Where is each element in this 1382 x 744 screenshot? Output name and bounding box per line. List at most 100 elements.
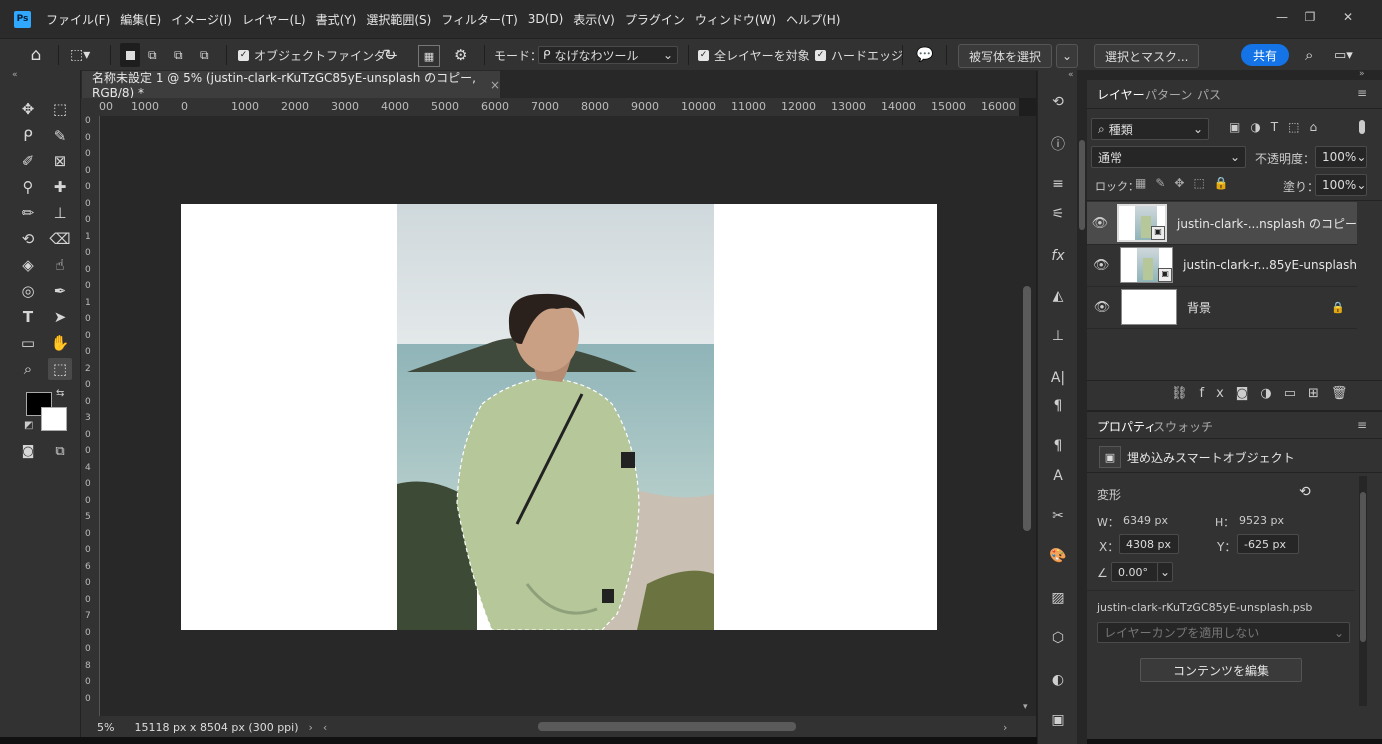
eyedropper-tool-icon[interactable]: ⚲	[16, 176, 40, 198]
object-finder-checkbox[interactable]: ✓ オブジェクトファインダー	[238, 43, 398, 67]
zoom-tool-icon[interactable]: ⌕	[16, 358, 40, 380]
layer-row[interactable]: 👁 背景 🔒	[1087, 286, 1357, 329]
info-icon[interactable]: ⓘ	[1046, 132, 1070, 156]
visibility-eye-icon[interactable]: 👁	[1087, 258, 1116, 273]
close-tab-icon[interactable]: ×	[490, 78, 500, 92]
close-button[interactable]: ✕	[1336, 8, 1360, 26]
workspace-icon[interactable]: ▭▾	[1334, 43, 1353, 67]
vertical-scroll-thumb[interactable]	[1023, 286, 1031, 531]
smudge-tool-icon[interactable]: ☝	[48, 254, 72, 276]
fill-input[interactable]: 100% ⌄	[1315, 174, 1367, 196]
horizontal-scroll-thumb[interactable]	[538, 722, 796, 731]
eraser-tool-icon[interactable]: ⌫	[48, 228, 72, 250]
panel-menu-icon[interactable]: ≡	[1357, 418, 1367, 432]
share-button[interactable]: 共有	[1241, 44, 1290, 66]
lock-icons[interactable]: ▦✎✥⬚🔒	[1135, 176, 1238, 190]
panel-menu-icon[interactable]: ≡	[1357, 86, 1367, 100]
history-brush-tool-icon[interactable]: ⟲	[16, 228, 40, 250]
layer-name[interactable]: justin-clark-...nsplash のコピー	[1177, 215, 1357, 232]
zoom-level[interactable]: 5%	[97, 721, 114, 734]
expand-icon[interactable]: »	[1359, 69, 1365, 79]
layer-filter-select[interactable]: ⌕ 種類 ⌄	[1091, 118, 1209, 140]
y-input[interactable]: -625 px	[1237, 534, 1299, 554]
pen-tool-icon[interactable]: ✒	[48, 280, 72, 302]
adjustments-icon[interactable]: ⚟	[1046, 202, 1070, 226]
subtract-from-selection-icon[interactable]: ⧉	[174, 43, 183, 67]
dodge-tool-icon[interactable]: ◎	[16, 280, 40, 302]
select-subject-button[interactable]: 被写体を選択	[958, 44, 1053, 68]
blend-mode-select[interactable]: 通常 ⌄	[1091, 146, 1246, 168]
channels-icon[interactable]: ⬡	[1046, 626, 1070, 650]
layer-row[interactable]: 👁 ▣ justin-clark-r...85yE-unsplash	[1087, 244, 1357, 287]
layer-filter-icons[interactable]: ▣◑T⬚⌂	[1229, 120, 1327, 134]
object-selection-tool-icon[interactable]: ⬚	[48, 358, 72, 380]
scroll-right-icon[interactable]: ›	[1003, 721, 1007, 734]
angle-input[interactable]: 0.00°	[1111, 562, 1159, 582]
default-colors-icon[interactable]: ◩	[24, 420, 33, 431]
move-tool-icon[interactable]: ✥	[16, 98, 40, 120]
tab-paths[interactable]: パス	[1197, 86, 1221, 103]
filter-toggle[interactable]	[1359, 120, 1365, 134]
feedback-icon[interactable]: 💬	[916, 43, 933, 67]
chevron-right-icon[interactable]: ›	[309, 721, 313, 734]
menu-3d[interactable]: 3D(D)	[523, 12, 568, 26]
layer-name[interactable]: 背景	[1187, 299, 1211, 316]
restore-button[interactable]: ❐	[1298, 8, 1322, 26]
search-icon[interactable]: ⌕	[1305, 43, 1313, 67]
lasso-tool-icon[interactable]: ᑭ	[16, 125, 40, 147]
marquee-tool-icon[interactable]: ⬚	[48, 98, 72, 120]
layer-actions-icons[interactable]: ⛓fx◙◑▭⊞🗑	[1171, 386, 1359, 401]
layer-comp-select[interactable]: レイヤーカンプを適用しない ⌄	[1097, 622, 1350, 643]
all-layers-checkbox[interactable]: ✓ 全レイヤーを対象	[698, 43, 810, 67]
menu-image[interactable]: イメージ(I)	[166, 11, 237, 28]
tab-properties[interactable]: プロパティ	[1097, 418, 1156, 435]
clone-stamp-tool-icon[interactable]: ⊥	[48, 202, 72, 224]
smart-object-photo[interactable]	[397, 204, 714, 630]
properties-scroll-thumb[interactable]	[1360, 492, 1366, 642]
quick-selection-tool-icon[interactable]: ✎	[48, 125, 72, 147]
gear-icon[interactable]: ⚙	[454, 43, 467, 67]
paint-bucket-tool-icon[interactable]: ◈	[16, 254, 40, 276]
refresh-icon[interactable]: ↻	[384, 43, 397, 67]
rectangle-tool-icon[interactable]: ▭	[16, 332, 40, 354]
frame-tool-icon[interactable]: ⊠	[48, 150, 72, 172]
tab-layers[interactable]: レイヤー	[1097, 86, 1145, 103]
screen-mode-icon[interactable]: ⧉	[48, 440, 72, 462]
intersect-selection-icon[interactable]: ⧉	[200, 43, 209, 67]
type-tool-icon[interactable]: T	[16, 306, 40, 328]
layer-name[interactable]: justin-clark-r...85yE-unsplash	[1183, 258, 1357, 272]
add-to-selection-icon[interactable]: ⧉	[148, 43, 157, 67]
menu-window[interactable]: ウィンドウ(W)	[690, 11, 781, 28]
width-value[interactable]: 6349 px	[1123, 514, 1168, 527]
show-objects-icon[interactable]: ▦	[418, 45, 440, 67]
healing-brush-tool-icon[interactable]: ✚	[48, 176, 72, 198]
background-color-swatch[interactable]	[41, 407, 67, 431]
angle-dropdown[interactable]: ⌄	[1157, 562, 1173, 582]
swap-colors-icon[interactable]: ⇆	[56, 388, 64, 399]
panel-scroll-thumb[interactable]	[1079, 140, 1085, 230]
x-input[interactable]: 4308 px	[1119, 534, 1179, 554]
tab-swatches[interactable]: スウォッチ	[1153, 418, 1213, 435]
panel-scrollbar[interactable]	[1077, 70, 1087, 744]
menu-view[interactable]: 表示(V)	[568, 11, 620, 28]
menu-filter[interactable]: フィルター(T)	[436, 11, 522, 28]
hand-tool-icon[interactable]: ✋	[48, 332, 72, 354]
hard-edge-checkbox[interactable]: ✓ ハードエッジ	[815, 43, 903, 67]
properties-scrollbar[interactable]	[1359, 476, 1367, 706]
menu-plugins[interactable]: プラグイン	[620, 11, 690, 28]
shapes-icon[interactable]: ◭	[1046, 284, 1070, 308]
vertical-scrollbar[interactable]: ▾	[1019, 116, 1036, 716]
collapse-icon[interactable]: «	[12, 70, 18, 80]
height-value[interactable]: 9523 px	[1239, 514, 1284, 527]
select-subject-dropdown[interactable]: ⌄	[1056, 44, 1079, 68]
tab-patterns[interactable]: パターン	[1145, 86, 1192, 103]
menu-help[interactable]: ヘルプ(H)	[781, 11, 845, 28]
menu-layer[interactable]: レイヤー(L)	[237, 11, 311, 28]
clone-source-icon[interactable]: ⊥	[1046, 324, 1070, 348]
tool-presets-icon[interactable]: ✂	[1046, 504, 1070, 528]
layer-row[interactable]: 👁 ▣ justin-clark-...nsplash のコピー	[1087, 202, 1357, 245]
navigator-icon[interactable]: ◐	[1046, 668, 1070, 692]
character-icon[interactable]: A|	[1046, 366, 1070, 390]
paragraph-styles-icon[interactable]: ¶	[1046, 434, 1070, 458]
home-icon[interactable]: ⌂	[24, 43, 48, 67]
